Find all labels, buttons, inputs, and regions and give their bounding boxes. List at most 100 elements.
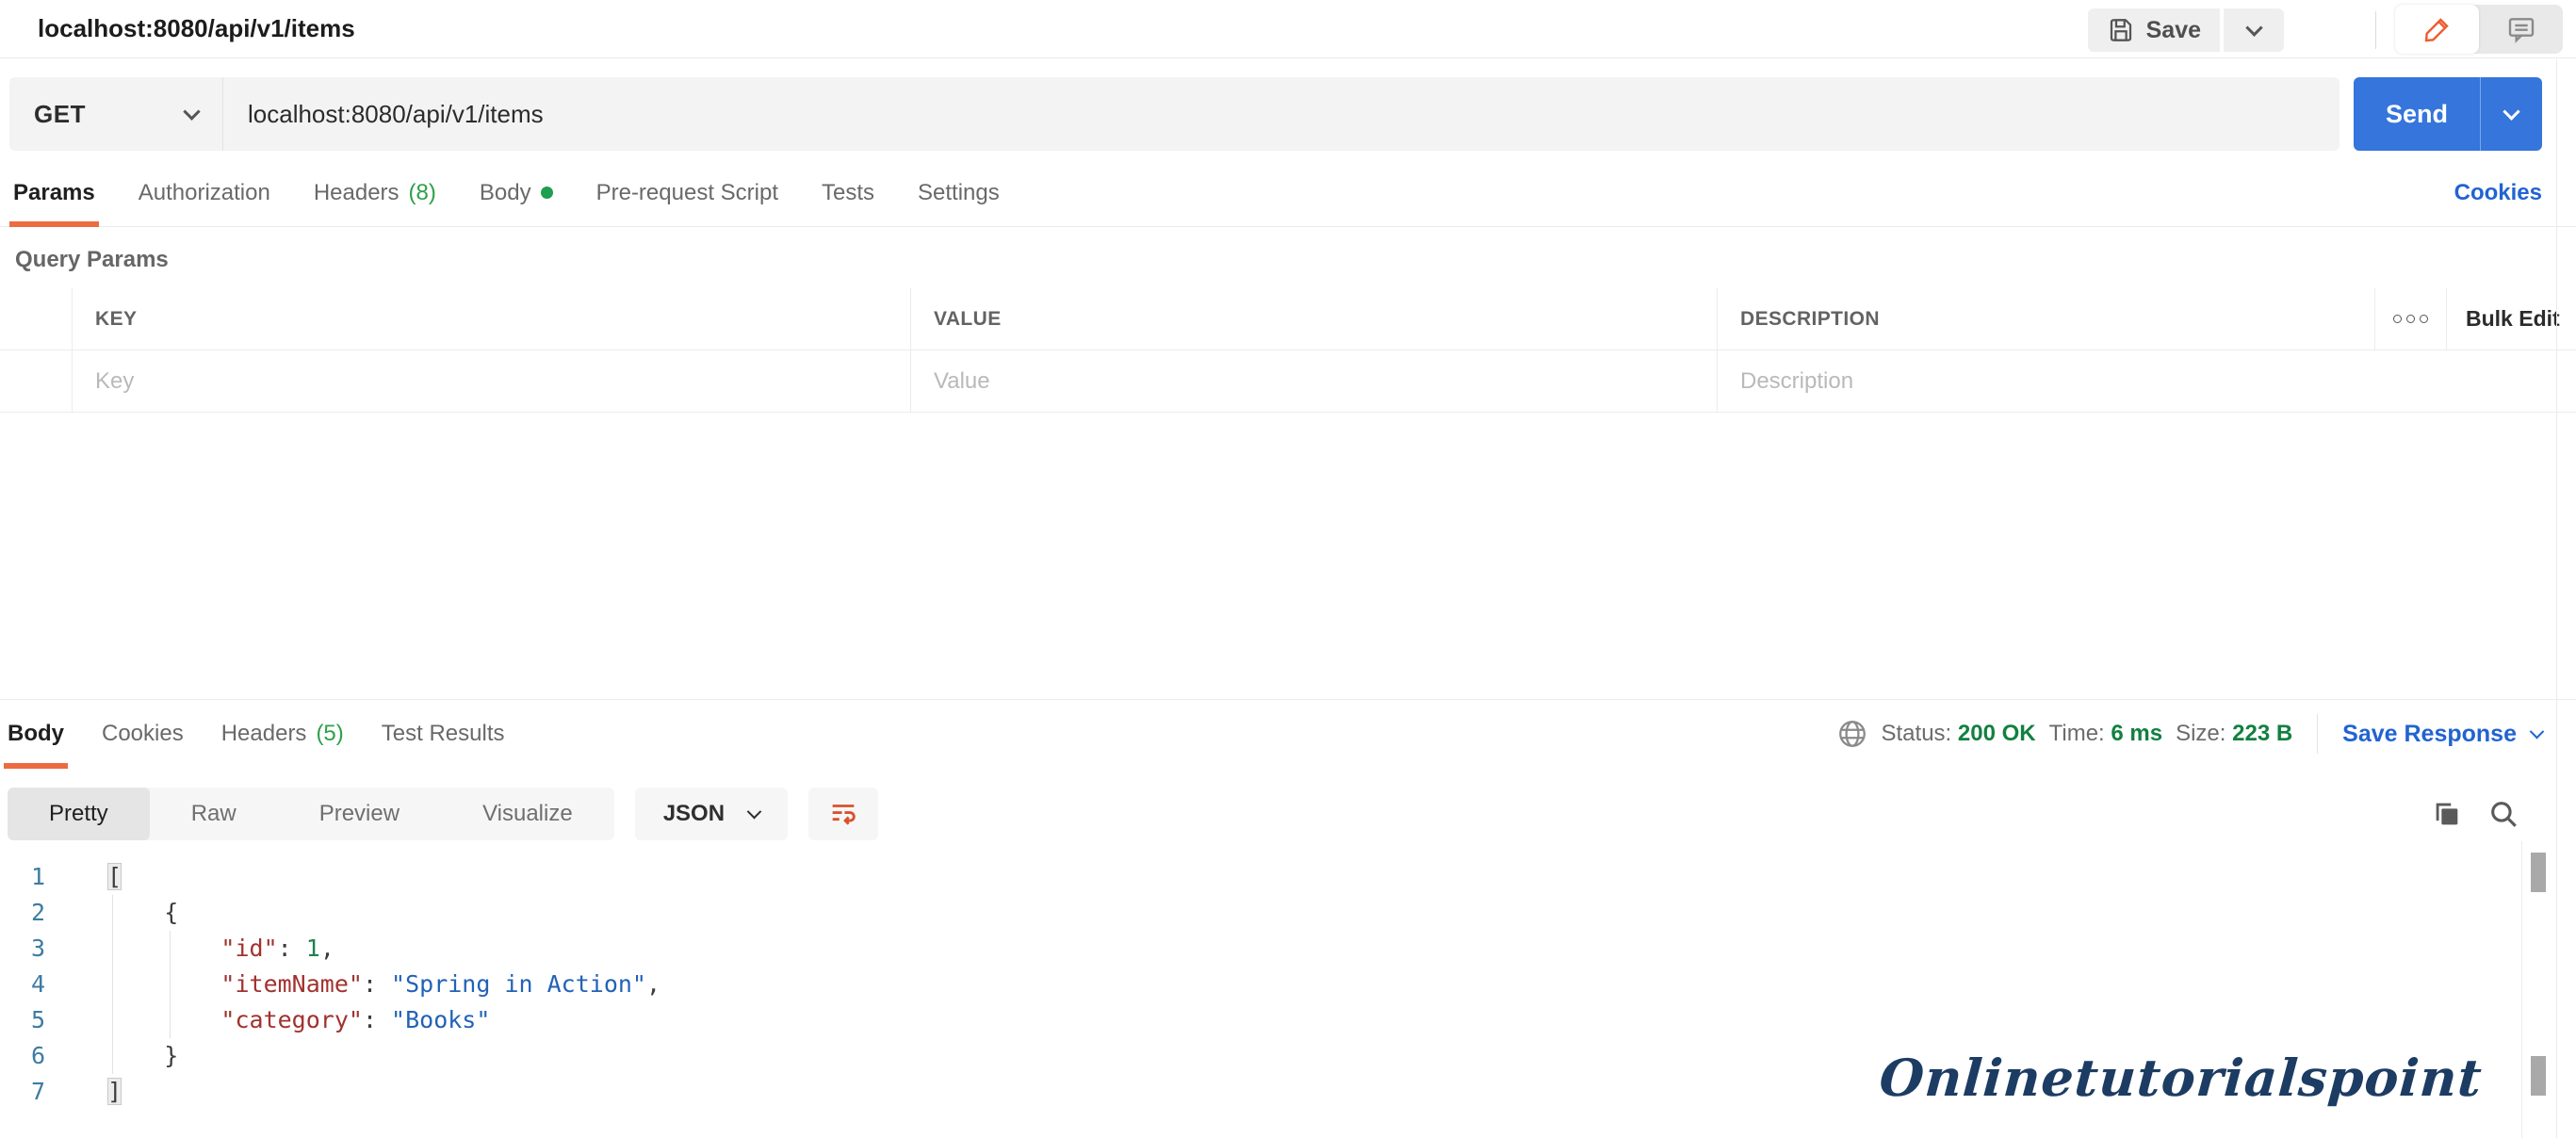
response-tab-body-label: Body: [8, 721, 64, 747]
line-number: 6: [0, 1038, 45, 1074]
response-tabs: Body Cookies Headers (5) Test Results St…: [0, 700, 2576, 768]
indent-guide: [112, 895, 113, 1074]
chevron-down-icon: [2530, 723, 2545, 739]
status-value: 200 OK: [1958, 721, 2036, 746]
method-select[interactable]: GET: [9, 77, 222, 151]
editor-scroll-track-border: [2521, 841, 2522, 1138]
column-header-description: DESCRIPTION: [1740, 308, 1880, 331]
save-options-button[interactable]: [2224, 8, 2284, 52]
body-content-dot: [541, 187, 553, 199]
save-icon: [2107, 16, 2135, 44]
comment-icon: [2506, 14, 2536, 44]
send-button-group: Send: [2354, 77, 2542, 151]
tab-params[interactable]: Params: [13, 159, 95, 226]
response-tab-headers[interactable]: Headers (5): [221, 700, 344, 768]
more-options-button[interactable]: [2374, 288, 2446, 350]
response-tab-cookies[interactable]: Cookies: [102, 700, 184, 768]
save-button[interactable]: Save: [2088, 8, 2220, 52]
onlinetutorialspoint-watermark: Onlinetutorialspoint: [1877, 1048, 2484, 1108]
copy-icon[interactable]: [2431, 798, 2463, 830]
response-tab-cookies-label: Cookies: [102, 721, 184, 747]
tab-settings[interactable]: Settings: [918, 159, 1000, 226]
format-select[interactable]: JSON: [635, 788, 788, 840]
pencil-icon: [2422, 14, 2453, 44]
tab-tests[interactable]: Tests: [822, 159, 874, 226]
response-tab-test-results-label: Test Results: [382, 721, 505, 747]
query-params-table: KEY VALUE DESCRIPTION Bulk Edit Key Valu…: [0, 288, 2576, 413]
view-preview[interactable]: Preview: [278, 788, 441, 840]
chevron-down-icon: [183, 103, 200, 120]
tab-authorization[interactable]: Authorization: [139, 159, 270, 226]
globe-icon[interactable]: [1836, 718, 1868, 750]
save-button-group: Save: [2088, 8, 2284, 52]
search-icon[interactable]: [2487, 798, 2519, 830]
tab-prerequest-label: Pre-request Script: [596, 180, 778, 206]
request-url-row: GET localhost:8080/api/v1/items Send: [0, 59, 2576, 159]
tab-settings-label: Settings: [918, 180, 1000, 206]
request-title-bar: localhost:8080/api/v1/items Save: [0, 0, 2576, 58]
response-toolbar: Pretty Raw Preview Visualize JSON: [0, 788, 2576, 840]
line-number: 1: [0, 859, 45, 895]
tab-tests-label: Tests: [822, 180, 874, 206]
time-label: Time:: [2049, 721, 2105, 746]
view-visualize[interactable]: Visualize: [441, 788, 614, 840]
tab-body-label: Body: [480, 180, 531, 206]
response-tab-headers-label: Headers: [221, 721, 307, 747]
tab-body[interactable]: Body: [480, 159, 553, 226]
send-button[interactable]: Send: [2354, 77, 2481, 151]
tab-headers[interactable]: Headers (8): [314, 159, 436, 226]
titlebar-divider: [2375, 11, 2376, 49]
response-headers-count-badge: (5): [316, 721, 343, 747]
code-line: 2 {: [0, 895, 2516, 931]
chevron-down-icon: [747, 804, 762, 819]
size-label: Size:: [2176, 721, 2225, 746]
line-number: 4: [0, 967, 45, 1002]
save-response-button[interactable]: Save Response: [2342, 721, 2542, 748]
cookies-link[interactable]: Cookies: [2454, 180, 2542, 206]
edit-comment-toggle: [2395, 5, 2563, 54]
tab-params-label: Params: [13, 180, 95, 206]
toolbar-right-icons: [2431, 798, 2568, 830]
request-tabs: Params Authorization Headers (8) Body Pr…: [0, 159, 2576, 227]
query-params-section-label: Query Params: [15, 247, 169, 273]
row-gutter: [0, 350, 72, 412]
query-params-header-row: KEY VALUE DESCRIPTION Bulk Edit: [0, 288, 2576, 350]
line-number: 7: [0, 1074, 45, 1110]
code-line: 5 "category": "Books": [0, 1002, 2516, 1038]
code-line: 4 "itemName": "Spring in Action",: [0, 967, 2516, 1002]
view-pretty[interactable]: Pretty: [8, 788, 150, 840]
view-raw[interactable]: Raw: [150, 788, 278, 840]
size-item: Size: 223 B: [2176, 721, 2292, 747]
send-options-button[interactable]: [2481, 77, 2542, 151]
time-value: 6 ms: [2111, 721, 2162, 746]
editor-scrollbar-thumb[interactable]: [2531, 853, 2546, 892]
pane-scrollbar-thumb[interactable]: [2531, 1056, 2546, 1096]
row-gutter: [0, 288, 72, 350]
edit-request-button[interactable]: [2395, 5, 2479, 54]
response-tab-test-results[interactable]: Test Results: [382, 700, 505, 768]
description-input[interactable]: Description: [1740, 368, 1853, 395]
url-input[interactable]: localhost:8080/api/v1/items: [223, 100, 2340, 129]
query-params-input-row: Key Value Description: [0, 350, 2576, 413]
time-item: Time: 6 ms: [2049, 721, 2162, 747]
method-label: GET: [34, 100, 86, 129]
wrap-lines-button[interactable]: [808, 788, 878, 840]
save-button-label: Save: [2146, 17, 2201, 44]
key-input[interactable]: Key: [95, 368, 134, 395]
response-tab-body[interactable]: Body: [8, 700, 64, 768]
column-header-key: KEY: [95, 308, 137, 331]
indent-guide: [170, 931, 171, 1038]
code-line: 3 "id": 1,: [0, 931, 2516, 967]
bulk-edit-label: Bulk Edit: [2466, 306, 2560, 332]
meta-divider: [2317, 714, 2318, 754]
save-response-label: Save Response: [2342, 721, 2517, 748]
comments-button[interactable]: [2479, 5, 2563, 54]
tab-prerequest-script[interactable]: Pre-request Script: [596, 159, 778, 226]
chevron-down-icon: [2503, 103, 2519, 120]
headers-count-badge: (8): [409, 180, 436, 206]
request-tab-title: localhost:8080/api/v1/items: [38, 14, 355, 43]
tab-authorization-label: Authorization: [139, 180, 270, 206]
value-input[interactable]: Value: [934, 368, 990, 395]
status-label: Status:: [1882, 721, 1952, 746]
tab-headers-label: Headers: [314, 180, 399, 206]
